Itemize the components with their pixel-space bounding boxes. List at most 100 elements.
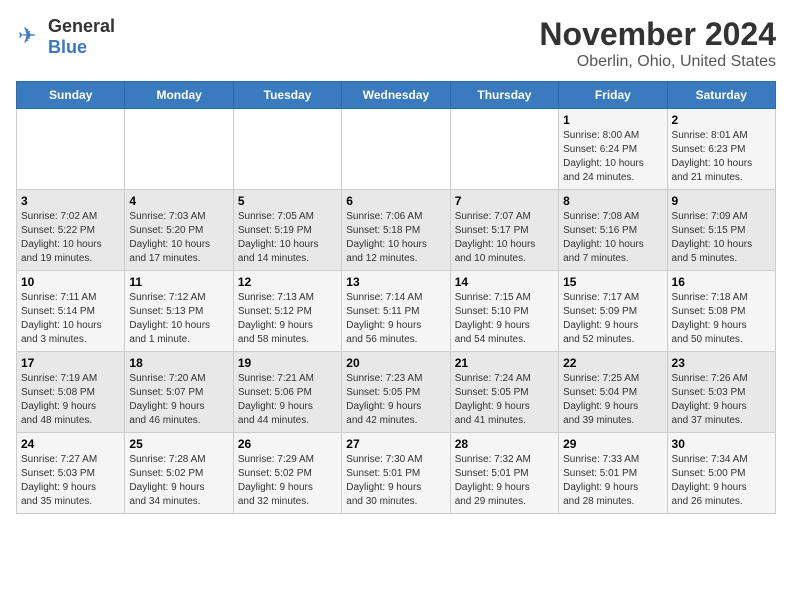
day-info: Sunrise: 8:01 AM Sunset: 6:23 PM Dayligh… <box>672 129 771 185</box>
svg-text:✈: ✈ <box>18 23 36 48</box>
day-info: Sunrise: 7:08 AM Sunset: 5:16 PM Dayligh… <box>563 210 662 266</box>
calendar-cell: 3 Sunrise: 7:02 AM Sunset: 5:22 PM Daylig… <box>17 190 125 271</box>
calendar-cell: 29 Sunrise: 7:33 AM Sunset: 5:01 PM Dayli… <box>559 433 667 514</box>
day-number: 1 <box>563 113 662 127</box>
day-number: 21 <box>455 356 554 370</box>
day-header-sunday: Sunday <box>17 82 125 109</box>
day-number: 17 <box>21 356 120 370</box>
calendar-cell <box>233 109 341 190</box>
day-info: Sunrise: 7:06 AM Sunset: 5:18 PM Dayligh… <box>346 210 445 266</box>
day-header-saturday: Saturday <box>667 82 775 109</box>
calendar-cell: 10Sunrise: 7:11 AM Sunset: 5:14 PM Dayli… <box>17 271 125 352</box>
calendar-cell: 24Sunrise: 7:27 AM Sunset: 5:03 PM Dayli… <box>17 433 125 514</box>
calendar-cell: 22Sunrise: 7:25 AM Sunset: 5:04 PM Dayli… <box>559 352 667 433</box>
header: ✈ General Blue November 2024 Oberlin, Oh… <box>16 16 776 71</box>
calendar-cell: 1 Sunrise: 8:00 AM Sunset: 6:24 PM Daylig… <box>559 109 667 190</box>
day-number: 11 <box>129 275 228 289</box>
day-info: Sunrise: 7:29 AM Sunset: 5:02 PM Dayligh… <box>238 453 337 509</box>
day-number: 20 <box>346 356 445 370</box>
calendar-cell: 11 Sunrise: 7:12 AM Sunset: 5:13 PM Dayli… <box>125 271 233 352</box>
day-info: Sunrise: 7:07 AM Sunset: 5:17 PM Dayligh… <box>455 210 554 266</box>
calendar-cell: 4 Sunrise: 7:03 AM Sunset: 5:20 PM Daylig… <box>125 190 233 271</box>
day-header-friday: Friday <box>559 82 667 109</box>
page-subtitle: Oberlin, Ohio, United States <box>539 53 776 71</box>
day-number: 15 <box>563 275 662 289</box>
day-info: Sunrise: 7:13 AM Sunset: 5:12 PM Dayligh… <box>238 291 337 347</box>
logo-text: General Blue <box>48 16 115 58</box>
day-info: Sunrise: 7:21 AM Sunset: 5:06 PM Dayligh… <box>238 372 337 428</box>
day-number: 29 <box>563 437 662 451</box>
day-number: 3 <box>21 194 120 208</box>
day-info: Sunrise: 7:19 AM Sunset: 5:08 PM Dayligh… <box>21 372 120 428</box>
day-number: 27 <box>346 437 445 451</box>
calendar-cell: 7 Sunrise: 7:07 AM Sunset: 5:17 PM Daylig… <box>450 190 558 271</box>
day-info: Sunrise: 7:28 AM Sunset: 5:02 PM Dayligh… <box>129 453 228 509</box>
day-info: Sunrise: 8:00 AM Sunset: 6:24 PM Dayligh… <box>563 129 662 185</box>
day-number: 14 <box>455 275 554 289</box>
day-number: 10 <box>21 275 120 289</box>
day-number: 9 <box>672 194 771 208</box>
day-number: 4 <box>129 194 228 208</box>
day-info: Sunrise: 7:17 AM Sunset: 5:09 PM Dayligh… <box>563 291 662 347</box>
calendar-cell: 27Sunrise: 7:30 AM Sunset: 5:01 PM Dayli… <box>342 433 450 514</box>
calendar-cell: 13Sunrise: 7:14 AM Sunset: 5:11 PM Dayli… <box>342 271 450 352</box>
logo: ✈ General Blue <box>16 16 115 58</box>
calendar-cell: 30 Sunrise: 7:34 AM Sunset: 5:00 PM Dayli… <box>667 433 775 514</box>
calendar-header: SundayMondayTuesdayWednesdayThursdayFrid… <box>17 82 776 109</box>
day-number: 28 <box>455 437 554 451</box>
day-number: 16 <box>672 275 771 289</box>
calendar-cell: 26Sunrise: 7:29 AM Sunset: 5:02 PM Dayli… <box>233 433 341 514</box>
day-number: 24 <box>21 437 120 451</box>
day-number: 30 <box>672 437 771 451</box>
day-number: 13 <box>346 275 445 289</box>
calendar-cell: 6 Sunrise: 7:06 AM Sunset: 5:18 PM Daylig… <box>342 190 450 271</box>
day-info: Sunrise: 7:33 AM Sunset: 5:01 PM Dayligh… <box>563 453 662 509</box>
calendar-cell <box>342 109 450 190</box>
day-info: Sunrise: 7:03 AM Sunset: 5:20 PM Dayligh… <box>129 210 228 266</box>
day-number: 2 <box>672 113 771 127</box>
calendar-cell: 23 Sunrise: 7:26 AM Sunset: 5:03 PM Dayli… <box>667 352 775 433</box>
day-number: 12 <box>238 275 337 289</box>
page-title: November 2024 <box>539 16 776 53</box>
day-number: 22 <box>563 356 662 370</box>
day-number: 25 <box>129 437 228 451</box>
logo-general: General <box>48 16 115 36</box>
calendar-cell: 16 Sunrise: 7:18 AM Sunset: 5:08 PM Dayli… <box>667 271 775 352</box>
day-info: Sunrise: 7:09 AM Sunset: 5:15 PM Dayligh… <box>672 210 771 266</box>
day-number: 6 <box>346 194 445 208</box>
day-info: Sunrise: 7:26 AM Sunset: 5:03 PM Dayligh… <box>672 372 771 428</box>
calendar-table: SundayMondayTuesdayWednesdayThursdayFrid… <box>16 81 776 514</box>
day-number: 7 <box>455 194 554 208</box>
day-info: Sunrise: 7:20 AM Sunset: 5:07 PM Dayligh… <box>129 372 228 428</box>
day-info: Sunrise: 7:23 AM Sunset: 5:05 PM Dayligh… <box>346 372 445 428</box>
day-number: 18 <box>129 356 228 370</box>
calendar-cell <box>450 109 558 190</box>
calendar-cell: 15 Sunrise: 7:17 AM Sunset: 5:09 PM Dayli… <box>559 271 667 352</box>
day-header-tuesday: Tuesday <box>233 82 341 109</box>
calendar-cell: 12 Sunrise: 7:13 AM Sunset: 5:12 PM Dayli… <box>233 271 341 352</box>
calendar-week-1: 1 Sunrise: 8:00 AM Sunset: 6:24 PM Daylig… <box>17 109 776 190</box>
day-info: Sunrise: 7:18 AM Sunset: 5:08 PM Dayligh… <box>672 291 771 347</box>
day-info: Sunrise: 7:34 AM Sunset: 5:00 PM Dayligh… <box>672 453 771 509</box>
day-number: 23 <box>672 356 771 370</box>
header-row: SundayMondayTuesdayWednesdayThursdayFrid… <box>17 82 776 109</box>
day-info: Sunrise: 7:05 AM Sunset: 5:19 PM Dayligh… <box>238 210 337 266</box>
title-area: November 2024 Oberlin, Ohio, United Stat… <box>539 16 776 71</box>
day-info: Sunrise: 7:12 AM Sunset: 5:13 PM Dayligh… <box>129 291 228 347</box>
calendar-cell: 17 Sunrise: 7:19 AM Sunset: 5:08 PM Dayli… <box>17 352 125 433</box>
logo-blue: Blue <box>48 37 87 57</box>
day-info: Sunrise: 7:24 AM Sunset: 5:05 PM Dayligh… <box>455 372 554 428</box>
calendar-cell: 28 Sunrise: 7:32 AM Sunset: 5:01 PM Dayli… <box>450 433 558 514</box>
calendar-body: 1 Sunrise: 8:00 AM Sunset: 6:24 PM Daylig… <box>17 109 776 514</box>
day-header-thursday: Thursday <box>450 82 558 109</box>
day-header-wednesday: Wednesday <box>342 82 450 109</box>
day-info: Sunrise: 7:02 AM Sunset: 5:22 PM Dayligh… <box>21 210 120 266</box>
calendar-week-5: 24Sunrise: 7:27 AM Sunset: 5:03 PM Dayli… <box>17 433 776 514</box>
calendar-cell: 5 Sunrise: 7:05 AM Sunset: 5:19 PM Daylig… <box>233 190 341 271</box>
day-info: Sunrise: 7:32 AM Sunset: 5:01 PM Dayligh… <box>455 453 554 509</box>
calendar-cell: 21 Sunrise: 7:24 AM Sunset: 5:05 PM Dayli… <box>450 352 558 433</box>
day-number: 5 <box>238 194 337 208</box>
calendar-week-2: 3 Sunrise: 7:02 AM Sunset: 5:22 PM Daylig… <box>17 190 776 271</box>
calendar-cell: 9 Sunrise: 7:09 AM Sunset: 5:15 PM Daylig… <box>667 190 775 271</box>
calendar-cell <box>125 109 233 190</box>
